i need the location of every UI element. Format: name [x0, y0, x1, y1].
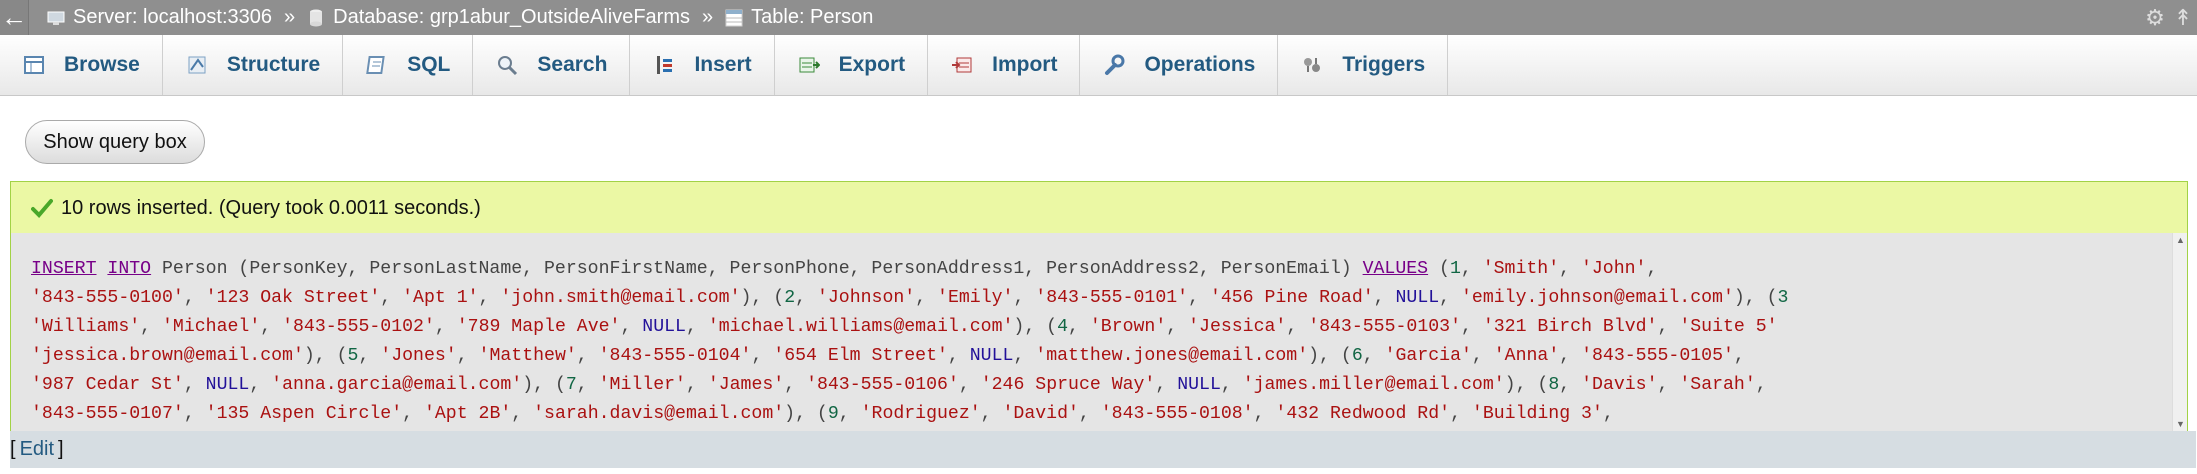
import-icon	[950, 53, 974, 77]
wrench-icon	[1102, 53, 1126, 77]
sql-scrollbar[interactable]: ▲ ▼	[2172, 233, 2187, 431]
show-query-box-button[interactable]: Show query box	[25, 120, 205, 164]
breadcrumb-server[interactable]: Server: localhost:3306	[47, 6, 272, 29]
edit-link[interactable]: Edit	[20, 438, 54, 461]
breadcrumb-separator: »	[702, 6, 714, 28]
tab-browse[interactable]: Browse	[0, 35, 163, 95]
tab-label: SQL	[407, 53, 451, 76]
back-arrow-icon[interactable]: ←	[0, 0, 29, 35]
edit-bar: [ Edit ]	[10, 431, 2196, 468]
tab-operations[interactable]: Operations	[1080, 35, 1279, 95]
table-icon	[725, 9, 743, 27]
tab-insert[interactable]: Insert	[630, 35, 775, 95]
server-icon	[47, 9, 65, 27]
tab-label: Search	[537, 53, 608, 76]
scroll-up-icon[interactable]: ▲	[2176, 235, 2185, 245]
tab-label: Operations	[1144, 53, 1256, 76]
breadcrumb-table-label: Table: Person	[751, 6, 874, 28]
tab-import[interactable]: Import	[928, 35, 1081, 95]
success-message: 10 rows inserted. (Query took 0.0011 sec…	[10, 181, 2188, 234]
breadcrumb-server-label: Server: localhost:3306	[73, 6, 273, 28]
triggers-icon	[1300, 53, 1324, 77]
search-icon	[495, 53, 519, 77]
gear-icon[interactable]: ⚙	[2141, 5, 2169, 31]
edit-bracket-open: [	[10, 438, 16, 460]
edit-bracket-close: ]	[58, 438, 64, 460]
sql-query-text: INSERT INTO Person (PersonKey, PersonLas…	[31, 259, 1789, 424]
tab-export[interactable]: Export	[775, 35, 929, 95]
tab-label: Triggers	[1342, 53, 1426, 76]
tab-label: Structure	[226, 53, 321, 76]
database-icon	[307, 9, 325, 27]
export-icon	[797, 53, 821, 77]
scroll-down-icon[interactable]: ▼	[2176, 419, 2185, 429]
success-text: 10 rows inserted. (Query took 0.0011 sec…	[61, 196, 481, 219]
tab-menu: Browse Structure SQL Search Insert Expor…	[0, 35, 2197, 96]
insert-icon	[652, 53, 676, 77]
check-icon	[31, 198, 53, 218]
tab-search[interactable]: Search	[473, 35, 631, 95]
tab-label: Import	[992, 53, 1058, 76]
tab-label: Browse	[64, 53, 140, 76]
tab-label: Insert	[694, 53, 752, 76]
structure-icon	[185, 53, 209, 77]
breadcrumb-database[interactable]: Database: grp1abur_OutsideAliveFarms	[307, 6, 690, 29]
tab-sql[interactable]: SQL	[343, 35, 474, 95]
breadcrumb-separator: »	[284, 6, 296, 28]
breadcrumb-database-label: Database: grp1abur_OutsideAliveFarms	[333, 6, 690, 28]
tab-label: Export	[838, 53, 906, 76]
sql-query-box: INSERT INTO Person (PersonKey, PersonLas…	[10, 233, 2188, 431]
browse-icon	[22, 53, 46, 77]
tab-triggers[interactable]: Triggers	[1278, 35, 1449, 95]
sql-icon	[365, 53, 389, 77]
breadcrumb-table[interactable]: Table: Person	[725, 6, 873, 29]
breadcrumb: ← Server: localhost:3306 » Database: grp…	[0, 0, 2197, 35]
tab-structure[interactable]: Structure	[163, 35, 344, 95]
collapse-icon[interactable]: ↟	[2169, 5, 2197, 31]
